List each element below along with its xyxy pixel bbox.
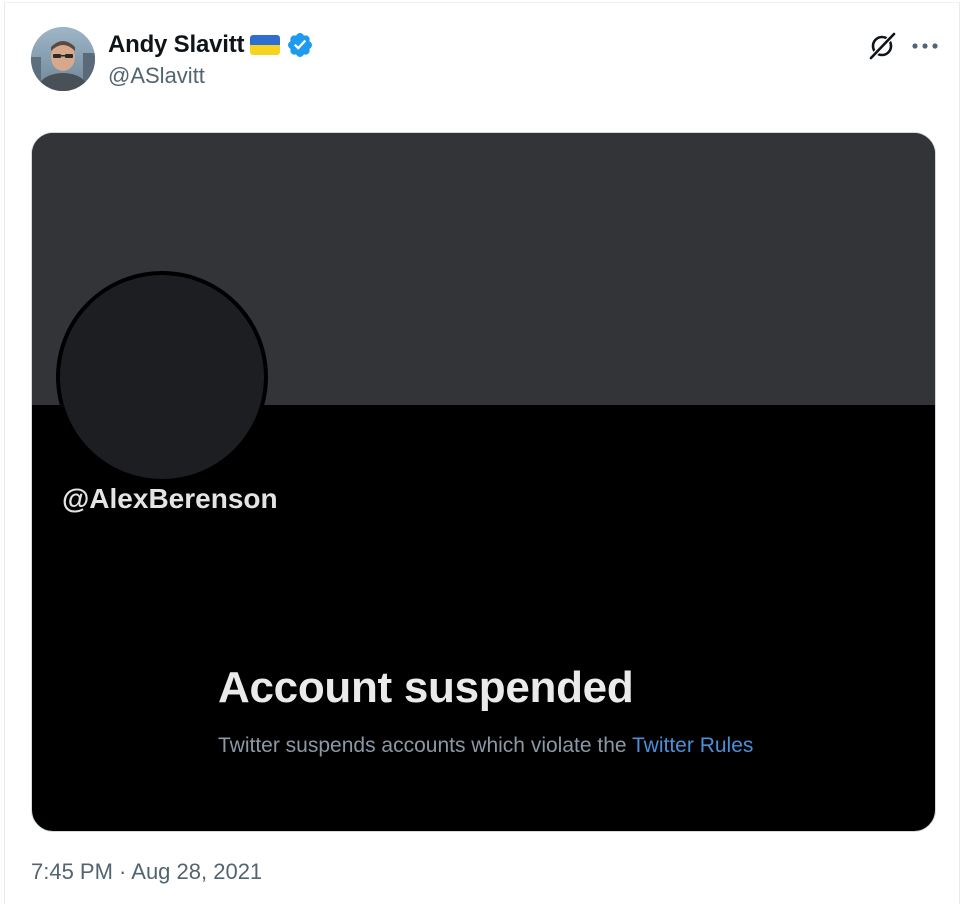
author-handle[interactable]: @ASlavitt [108,63,205,89]
author-display-name[interactable]: Andy Slavitt [108,31,244,59]
more-options-icon[interactable] [911,41,939,51]
verified-badge-icon[interactable] [286,31,314,59]
author-name-row[interactable]: Andy Slavitt [108,30,314,60]
account-suspended-description: Twitter suspends accounts which violate … [218,731,758,761]
tweet-timestamp[interactable]: 7:45 PM · Aug 28, 2021 [31,859,262,885]
ukraine-flag-icon [250,35,281,55]
tweet-card: Andy Slavitt @ASlavitt @AlexBerenson Acc… [4,2,960,904]
suspended-profile-avatar [56,271,268,483]
description-text: Twitter suspends accounts which violate … [218,734,633,757]
author-avatar[interactable] [31,27,95,91]
suspended-account-handle: @AlexBerenson [62,483,278,514]
tweet-media-image[interactable]: @AlexBerenson Account suspended Twitter … [31,132,936,832]
account-suspended-title: Account suspended [218,663,634,712]
avatar-photo [31,27,95,91]
twitter-rules-link: Twitter Rules [632,734,754,757]
grok-icon[interactable] [867,31,897,61]
